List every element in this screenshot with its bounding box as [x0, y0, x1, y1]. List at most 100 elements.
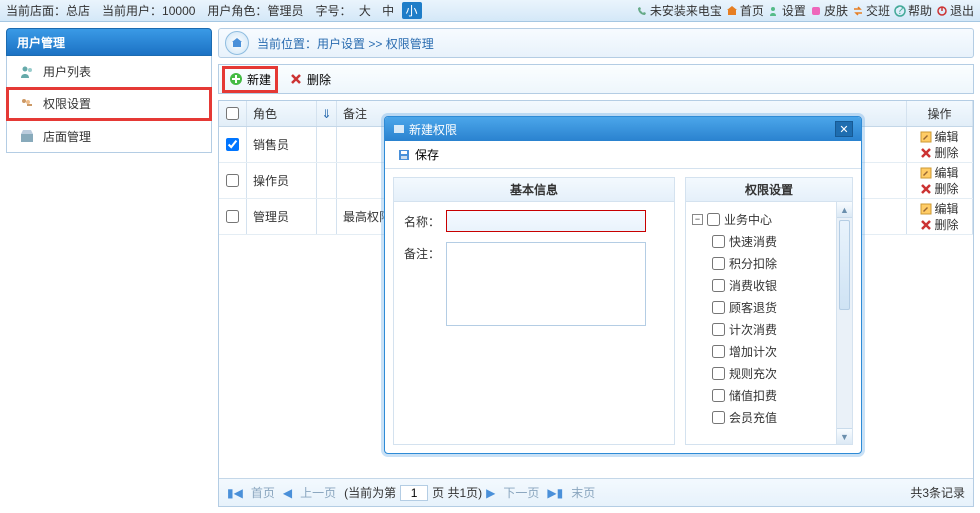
tree-checkbox[interactable]: [712, 257, 725, 270]
tree-item[interactable]: 积分扣除: [692, 252, 848, 274]
role-value: 管理员: [267, 4, 303, 18]
save-button[interactable]: 保存: [393, 144, 443, 165]
page-last-icon[interactable]: ▶▮: [547, 486, 563, 500]
page-prev-icon[interactable]: ◀: [283, 486, 292, 500]
tree-item[interactable]: 会员充值: [692, 406, 848, 428]
scroll-down-icon[interactable]: ▼: [837, 428, 852, 444]
page-prev[interactable]: 上一页: [296, 484, 340, 501]
permission-header: 权限设置: [686, 178, 852, 202]
delete-button[interactable]: 删除: [285, 69, 335, 90]
font-medium-button[interactable]: 中: [378, 2, 398, 19]
pager: ▮◀ 首页 ◀ 上一页 (当前为第 页 共1页) ▶ 下一页 ▶▮ 末页 共3条…: [219, 478, 973, 506]
row-checkbox[interactable]: [226, 174, 239, 187]
dialog-titlebar[interactable]: 新建权限 ✕: [385, 117, 861, 141]
phone-icon: [636, 5, 648, 17]
collapse-icon[interactable]: −: [692, 214, 703, 225]
tree-checkbox[interactable]: [712, 367, 725, 380]
tree-item[interactable]: 计次消费: [692, 318, 848, 340]
role-label: 用户角色：: [207, 4, 267, 18]
caller-id-link[interactable]: 未安装来电宝: [636, 2, 722, 19]
edit-button[interactable]: 编辑: [920, 165, 958, 181]
store-icon: [19, 128, 35, 144]
scroll-thumb[interactable]: [839, 220, 850, 310]
name-label: 名称：: [402, 210, 446, 230]
tree-item[interactable]: 快速消费: [692, 230, 848, 252]
note-label: 备注：: [402, 242, 446, 262]
disk-icon: [397, 148, 411, 162]
note-textarea[interactable]: [446, 242, 646, 326]
edit-button[interactable]: 编辑: [920, 201, 958, 217]
top-bar: 当前店面：总店 当前用户：10000 用户角色：管理员 字号： 大 中 小 未安…: [0, 0, 980, 22]
dialog-title: 新建权限: [409, 121, 457, 138]
user-value: 10000: [162, 4, 195, 18]
sidebar-item-label: 权限设置: [43, 95, 91, 112]
cell-role: 管理员: [247, 199, 317, 234]
breadcrumb-link-1[interactable]: 用户设置: [317, 37, 365, 51]
key-icon: [19, 96, 35, 112]
sidebar-item-user-list[interactable]: 用户列表: [7, 56, 211, 88]
home-link[interactable]: 首页: [726, 2, 764, 19]
svg-text:?: ?: [897, 5, 904, 17]
new-permission-dialog: 新建权限 ✕ 保存 基本信息 名称： 备注： 权限设置: [384, 116, 862, 454]
tree-checkbox[interactable]: [712, 345, 725, 358]
tree-checkbox[interactable]: [712, 389, 725, 402]
tree-checkbox[interactable]: [712, 301, 725, 314]
row-delete-button[interactable]: 删除: [920, 217, 958, 233]
sidebar: 用户管理 用户列表 权限设置 店面管理: [0, 22, 218, 513]
row-checkbox[interactable]: [226, 138, 239, 151]
col-role[interactable]: 角色: [247, 101, 317, 126]
tree-item[interactable]: 规则充次: [692, 362, 848, 384]
page-next-icon[interactable]: ▶: [486, 486, 495, 500]
breadcrumb-sep: >>: [365, 37, 386, 51]
page-first-icon[interactable]: ▮◀: [227, 486, 243, 500]
row-checkbox[interactable]: [226, 210, 239, 223]
tree-item[interactable]: 储值扣费: [692, 384, 848, 406]
cell-role: 操作员: [247, 163, 317, 198]
row-delete-button[interactable]: 删除: [920, 145, 958, 161]
tree-checkbox[interactable]: [712, 323, 725, 336]
sidebar-item-permission[interactable]: 权限设置: [7, 88, 211, 120]
select-all-checkbox[interactable]: [226, 107, 239, 120]
settings-link[interactable]: 设置: [768, 2, 806, 19]
page-last[interactable]: 末页: [567, 484, 599, 501]
tree-item[interactable]: 增加计次: [692, 340, 848, 362]
tree-checkbox[interactable]: [707, 213, 720, 226]
tree-checkbox[interactable]: [712, 279, 725, 292]
page-input[interactable]: [400, 485, 428, 501]
pager-mid-suffix: 页 共1页): [432, 484, 482, 501]
edit-button[interactable]: 编辑: [920, 129, 958, 145]
tree-item[interactable]: 消费收银: [692, 274, 848, 296]
sort-icon[interactable]: ⇓: [317, 101, 337, 126]
plus-icon: [229, 72, 243, 86]
sidebar-title: 用户管理: [6, 28, 212, 56]
page-first[interactable]: 首页: [247, 484, 279, 501]
tree-item[interactable]: 顾客退货: [692, 296, 848, 318]
page-next[interactable]: 下一页: [499, 484, 543, 501]
tree-root[interactable]: −业务中心: [692, 208, 848, 230]
store-label: 当前店面：: [6, 4, 66, 18]
tree-checkbox[interactable]: [712, 411, 725, 424]
shift-link[interactable]: 交班: [852, 2, 890, 19]
help-link[interactable]: ?帮助: [894, 2, 932, 19]
x-icon: [289, 72, 303, 86]
new-button[interactable]: 新建: [225, 69, 275, 90]
scroll-up-icon[interactable]: ▲: [837, 202, 852, 218]
font-small-button[interactable]: 小: [402, 2, 422, 19]
row-delete-button[interactable]: 删除: [920, 181, 958, 197]
power-icon: [936, 5, 948, 17]
tree-checkbox[interactable]: [712, 235, 725, 248]
col-op: 操作: [907, 101, 973, 126]
scrollbar[interactable]: ▲ ▼: [836, 202, 852, 444]
close-icon[interactable]: ✕: [835, 121, 853, 137]
breadcrumb-link-2[interactable]: 权限管理: [386, 37, 434, 51]
name-input[interactable]: [446, 210, 646, 232]
palette-icon: [810, 5, 822, 17]
logout-link[interactable]: 退出: [936, 2, 974, 19]
help-icon: ?: [894, 5, 906, 17]
sidebar-item-store[interactable]: 店面管理: [7, 120, 211, 152]
skin-link[interactable]: 皮肤: [810, 2, 848, 19]
font-large-button[interactable]: 大: [355, 2, 375, 19]
user-cog-icon: [768, 5, 780, 17]
toolbar: 新建 删除: [218, 64, 974, 94]
home-circle-icon[interactable]: [225, 31, 249, 55]
